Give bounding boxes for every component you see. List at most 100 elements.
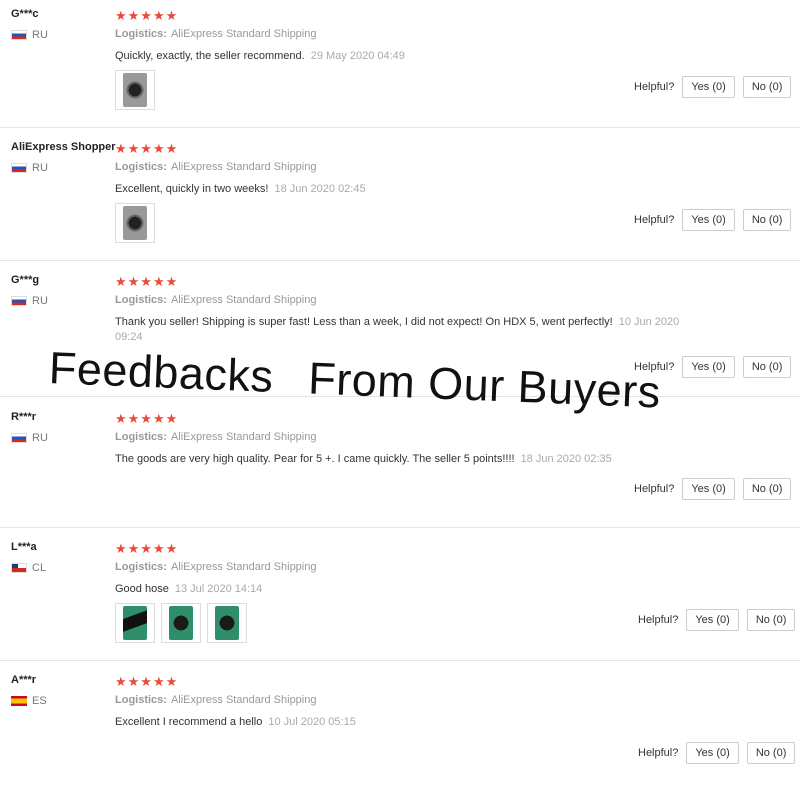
logistics-label: Logistics: (115, 294, 167, 306)
helpful-no-button[interactable]: No (0) (742, 76, 792, 98)
shipping-method: AliExpress Standard Shipping (170, 294, 317, 306)
review-photo-thumbnail[interactable] (207, 603, 247, 643)
russia-flag-icon (11, 30, 27, 40)
helpful-no-button[interactable]: No (0) (742, 478, 792, 500)
review-photo-thumbnail[interactable] (115, 70, 155, 110)
photo-image (123, 606, 147, 640)
logistics-label: Logistics: (115, 28, 167, 40)
review-comment: The goods are very high quality. Pear fo… (115, 452, 695, 467)
helpful-vote: Helpful? Yes (0) No (0) (634, 209, 792, 231)
review-photo-thumbnail[interactable] (115, 203, 155, 243)
logistics-info: Logistics: AliExpress Standard Shipping (115, 28, 316, 40)
country-code: RU (32, 432, 48, 444)
helpful-no-button[interactable]: No (0) (742, 356, 792, 378)
comment-text: Excellent, quickly in two weeks! (115, 183, 269, 195)
review-comment: Good hose 13 Jul 2020 14:14 (115, 582, 695, 597)
review-date: 10 Jul 2020 05:15 (268, 716, 356, 728)
helpful-yes-button[interactable]: Yes (0) (682, 356, 735, 378)
shipping-method: AliExpress Standard Shipping (170, 28, 317, 40)
helpful-vote: Helpful? Yes (0) No (0) (638, 609, 796, 631)
divider (0, 127, 800, 128)
review-comment: Quickly, exactly, the seller recommend. 2… (115, 49, 695, 64)
helpful-no-button[interactable]: No (0) (746, 609, 796, 631)
shipping-method: AliExpress Standard Shipping (170, 694, 317, 706)
spain-flag-icon (11, 696, 27, 706)
logistics-info: Logistics: AliExpress Standard Shipping (115, 694, 316, 706)
chile-flag-icon (11, 563, 27, 573)
review-item: L***a CL ★★★★★ Logistics: AliExpress Stan… (0, 541, 800, 659)
shipping-method: AliExpress Standard Shipping (170, 431, 317, 443)
review-item: R***r RU ★★★★★ Logistics: AliExpress Stan… (0, 411, 800, 529)
photo-image (169, 606, 193, 640)
logistics-label: Logistics: (115, 431, 167, 443)
russia-flag-icon (11, 433, 27, 443)
logistics-info: Logistics: AliExpress Standard Shipping (115, 161, 316, 173)
helpful-yes-button[interactable]: Yes (0) (682, 76, 735, 98)
helpful-label: Helpful? (638, 614, 679, 626)
helpful-no-button[interactable]: No (0) (746, 742, 796, 764)
rating-stars: ★★★★★ (115, 674, 179, 689)
review-comment: Excellent I recommend a hello 10 Jul 2020… (115, 715, 695, 730)
helpful-vote: Helpful? Yes (0) No (0) (634, 76, 792, 98)
reviewer-name: G***c (11, 8, 39, 20)
logistics-info: Logistics: AliExpress Standard Shipping (115, 561, 316, 573)
review-photo-thumbnail[interactable] (161, 603, 201, 643)
country-code: CL (32, 562, 47, 574)
country-code: RU (32, 162, 48, 174)
reviewer-name: G***g (11, 274, 40, 286)
comment-text: The goods are very high quality. Pear fo… (115, 453, 515, 465)
review-photos (115, 203, 155, 243)
reviewer-country: RU (11, 162, 48, 174)
country-code: ES (32, 695, 47, 707)
helpful-label: Helpful? (634, 81, 675, 93)
logistics-label: Logistics: (115, 561, 167, 573)
rating-stars: ★★★★★ (115, 541, 179, 556)
helpful-no-button[interactable]: No (0) (742, 209, 792, 231)
photo-image (123, 73, 147, 107)
reviewer-country: ES (11, 695, 47, 707)
helpful-label: Helpful? (638, 747, 679, 759)
review-photo-thumbnail[interactable] (115, 603, 155, 643)
reviewer-name: AliExpress Shopper (11, 141, 116, 153)
logistics-info: Logistics: AliExpress Standard Shipping (115, 294, 316, 306)
helpful-label: Helpful? (634, 483, 675, 495)
review-photos (115, 70, 155, 110)
helpful-vote: Helpful? Yes (0) No (0) (634, 478, 792, 500)
divider (0, 527, 800, 528)
logistics-label: Logistics: (115, 694, 167, 706)
helpful-yes-button[interactable]: Yes (0) (686, 742, 739, 764)
reviewer-country: RU (11, 432, 48, 444)
review-item: A***r ES ★★★★★ Logistics: AliExpress Stan… (0, 674, 800, 792)
helpful-yes-button[interactable]: Yes (0) (682, 209, 735, 231)
shipping-method: AliExpress Standard Shipping (170, 561, 317, 573)
divider (0, 260, 800, 261)
photo-image (215, 606, 239, 640)
shipping-method: AliExpress Standard Shipping (170, 161, 317, 173)
review-date: 13 Jul 2020 14:14 (174, 583, 263, 595)
helpful-yes-button[interactable]: Yes (0) (682, 478, 735, 500)
banner-text-feedbacks: Feedbacks (47, 342, 275, 402)
review-photos (115, 603, 247, 643)
rating-stars: ★★★★★ (115, 411, 179, 426)
comment-text: Thank you seller! Shipping is super fast… (115, 316, 613, 328)
rating-stars: ★★★★★ (115, 274, 179, 289)
review-comment: Thank you seller! Shipping is super fast… (115, 315, 695, 345)
russia-flag-icon (11, 296, 27, 306)
review-date: 18 Jun 2020 02:45 (274, 183, 366, 195)
rating-stars: ★★★★★ (115, 8, 179, 23)
review-date: 18 Jun 2020 02:35 (520, 453, 612, 465)
review-comment: Excellent, quickly in two weeks! 18 Jun 2… (115, 182, 695, 197)
rating-stars: ★★★★★ (115, 141, 179, 156)
country-code: RU (32, 295, 48, 307)
comment-text: Good hose (115, 583, 169, 595)
reviewer-name: A***r (11, 674, 37, 686)
reviewer-country: RU (11, 29, 48, 41)
review-item: G***c RU ★★★★★ Logistics: AliExpress Stan… (0, 8, 800, 126)
review-item: AliExpress Shopper RU ★★★★★ Logistics: Al… (0, 141, 800, 259)
comment-text: Excellent I recommend a hello (115, 716, 263, 728)
russia-flag-icon (11, 163, 27, 173)
photo-image (123, 206, 147, 240)
reviewer-name: L***a (11, 541, 37, 553)
helpful-yes-button[interactable]: Yes (0) (686, 609, 739, 631)
reviewer-name: R***r (11, 411, 37, 423)
